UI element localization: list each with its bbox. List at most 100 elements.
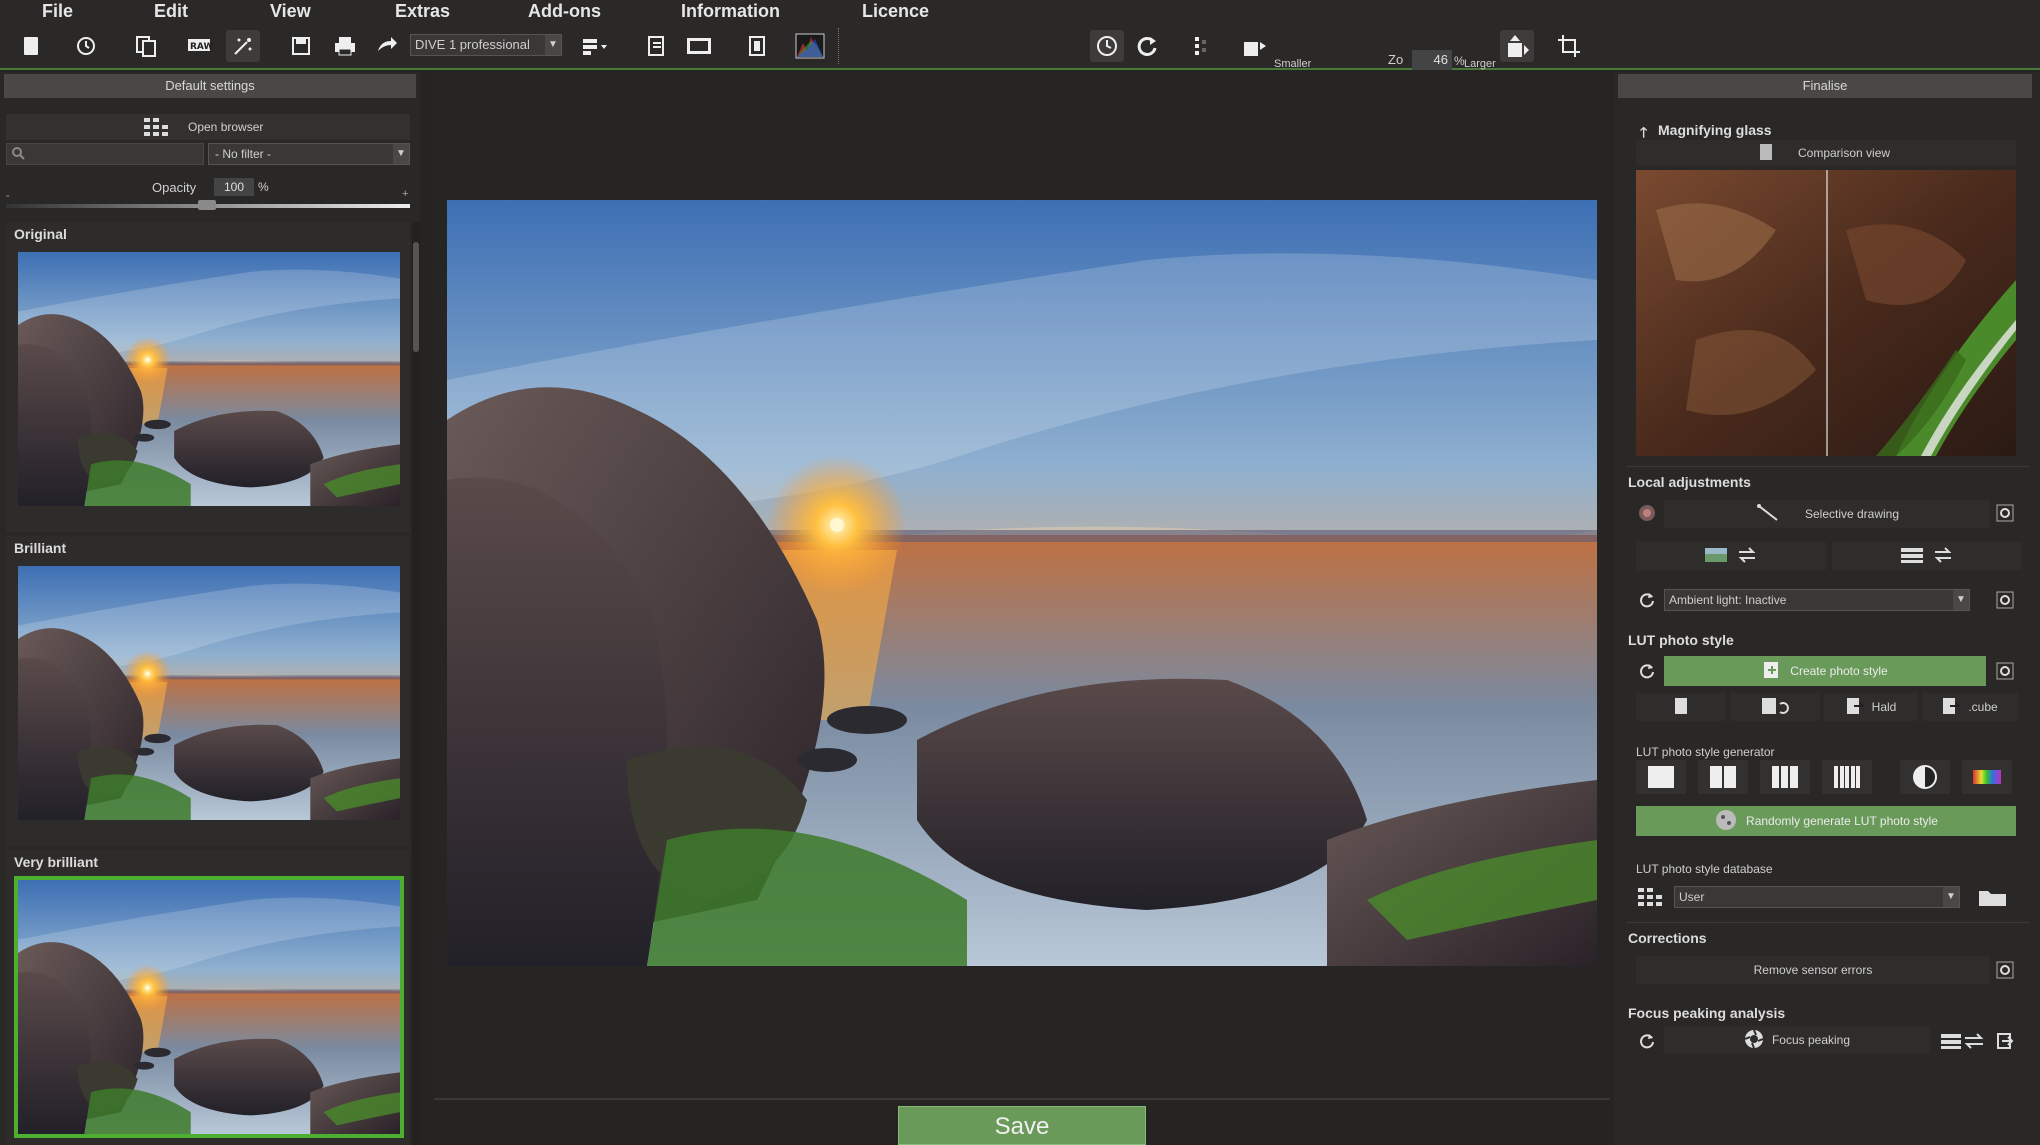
preset-card-original[interactable]: Original (6, 222, 410, 532)
reset-icon[interactable] (1636, 1030, 1658, 1052)
svg-text:RAW: RAW (190, 42, 213, 52)
divider (1626, 922, 2030, 923)
document-icon (1674, 697, 1688, 718)
chevron-down-icon: ▼ (1943, 887, 1959, 907)
gradient-mask-button[interactable] (1636, 542, 1826, 570)
main-image-preview[interactable] (447, 200, 1597, 966)
zoom-value-field[interactable]: 46 (1412, 50, 1452, 70)
open-browser-label: Open browser (188, 120, 264, 134)
copy-document-icon[interactable] (129, 30, 163, 62)
focus-mask-swap-icon[interactable] (1940, 1030, 1986, 1052)
magic-wand-icon[interactable] (226, 30, 260, 62)
generator-three-columns-icon[interactable] (1760, 760, 1810, 794)
export-options-icon[interactable] (578, 30, 612, 62)
filter-select[interactable]: - No filter - ▼ (208, 143, 410, 165)
preset-card-brilliant[interactable]: Brilliant (6, 536, 410, 846)
generator-five-columns-icon[interactable] (1822, 760, 1872, 794)
default-settings-header[interactable]: Default settings (4, 74, 416, 98)
database-grid-icon[interactable] (1636, 886, 1666, 908)
scrollbar-thumb[interactable] (413, 242, 419, 352)
save-icon[interactable] (284, 30, 318, 62)
filter-row: - No filter - ▼ (6, 143, 410, 165)
divider (1626, 466, 2030, 467)
comparison-view-toggle[interactable]: Comparison view (1636, 140, 2016, 166)
compare-view-icon[interactable] (682, 30, 716, 62)
share-icon[interactable] (370, 30, 404, 62)
generator-single-icon[interactable] (1636, 760, 1686, 794)
random-lut-button[interactable]: Randomly generate LUT photo style (1636, 806, 2016, 836)
export-hald-button[interactable]: Hald (1824, 693, 1918, 721)
save-button[interactable]: Save (898, 1106, 1146, 1145)
selective-drawing-button[interactable]: Selective drawing (1664, 500, 1990, 528)
search-input[interactable] (6, 143, 204, 165)
preset-thumbnail[interactable] (18, 566, 400, 820)
menu-licence[interactable]: Licence (862, 0, 929, 22)
focus-peaking-button[interactable]: Focus peaking (1664, 1026, 1930, 1054)
preset-thumbnail-selected[interactable] (14, 876, 404, 1138)
history-icon[interactable] (69, 30, 103, 62)
visibility-icon[interactable] (1994, 959, 2016, 981)
split-view-icon[interactable] (1184, 30, 1218, 62)
reset-icon[interactable] (1636, 589, 1658, 611)
undo-document-icon (1760, 696, 1790, 719)
color-wheel-icon[interactable] (1636, 502, 1658, 524)
new-lut-button[interactable] (1636, 693, 1726, 721)
create-photo-style-button[interactable]: Create photo style (1664, 656, 1986, 686)
browser-grid-icon (144, 118, 170, 139)
menu-edit[interactable]: Edit (154, 0, 188, 22)
horizontal-mask-button[interactable] (1832, 542, 2022, 570)
generator-color-spectrum-icon[interactable] (1962, 760, 2012, 794)
generator-contrast-icon[interactable] (1900, 760, 1950, 794)
comparison-split-line[interactable] (1826, 170, 1828, 456)
preset-list-scrollbar[interactable] (412, 222, 420, 1145)
preset-title: Very brilliant (14, 854, 99, 870)
menu-file[interactable]: File (42, 0, 73, 22)
finalise-header[interactable]: Finalise (1618, 74, 2032, 98)
crop-rotate-icon[interactable] (1552, 30, 1586, 62)
dice-icon (1714, 808, 1738, 835)
checkbox-icon[interactable] (1760, 144, 1772, 160)
menu-information[interactable]: Information (681, 0, 780, 22)
auto-optimize-icon[interactable] (1090, 30, 1124, 62)
lut-database-title: LUT photo style database (1636, 862, 1773, 876)
generator-two-columns-icon[interactable] (1698, 760, 1748, 794)
visibility-icon[interactable] (1994, 502, 2016, 524)
preset-select-value: DIVE 1 professional (415, 37, 530, 52)
opacity-control: Opacity 100 % - + (6, 176, 410, 212)
zoom-out-icon[interactable] (1238, 30, 1272, 62)
apply-lut-button[interactable] (1730, 693, 1820, 721)
redo-icon[interactable] (1130, 30, 1164, 62)
menu-view[interactable]: View (270, 0, 311, 22)
folder-icon[interactable] (1976, 886, 2010, 908)
opacity-unit: % (258, 180, 269, 194)
magnifying-glass-title: Magnifying glass (1658, 122, 1772, 138)
lut-database-select[interactable]: User ▼ (1674, 886, 1960, 908)
info-panel-icon[interactable] (740, 30, 774, 62)
print-icon[interactable] (328, 30, 362, 62)
zoom-in-icon[interactable] (1500, 30, 1534, 62)
menu-extras[interactable]: Extras (395, 0, 450, 22)
lut-database-value: User (1679, 890, 1705, 904)
visibility-icon[interactable] (1994, 660, 2016, 682)
opacity-slider-handle[interactable] (198, 200, 216, 210)
opacity-value-field[interactable]: 100 (214, 178, 254, 196)
histogram-icon[interactable] (793, 30, 827, 62)
preset-card-very-brilliant[interactable]: Very brilliant (6, 850, 410, 1145)
visibility-icon[interactable] (1994, 589, 2016, 611)
preset-thumbnail[interactable] (18, 252, 400, 506)
preset-list: Original Brilliant Very brilliant (6, 222, 410, 1145)
open-browser-button[interactable]: Open browser (6, 114, 410, 140)
add-document-icon (1762, 660, 1782, 683)
export-cube-button[interactable]: .cube (1922, 693, 2018, 721)
preset-title: Original (14, 226, 67, 242)
preset-select[interactable]: DIVE 1 professional ▼ (410, 34, 562, 56)
remove-sensor-errors-button[interactable]: Remove sensor errors (1636, 956, 1990, 984)
new-file-icon[interactable] (14, 30, 48, 62)
reset-icon[interactable] (1636, 660, 1658, 682)
export-focus-map-icon[interactable] (1994, 1030, 2016, 1052)
menu-addons[interactable]: Add-ons (528, 0, 601, 22)
batch-export-icon[interactable] (640, 30, 674, 62)
ambient-light-value: Ambient light: Inactive (1669, 593, 1787, 607)
raw-import-icon[interactable]: RAW (184, 30, 218, 62)
ambient-light-select[interactable]: Ambient light: Inactive ▼ (1664, 589, 1970, 611)
